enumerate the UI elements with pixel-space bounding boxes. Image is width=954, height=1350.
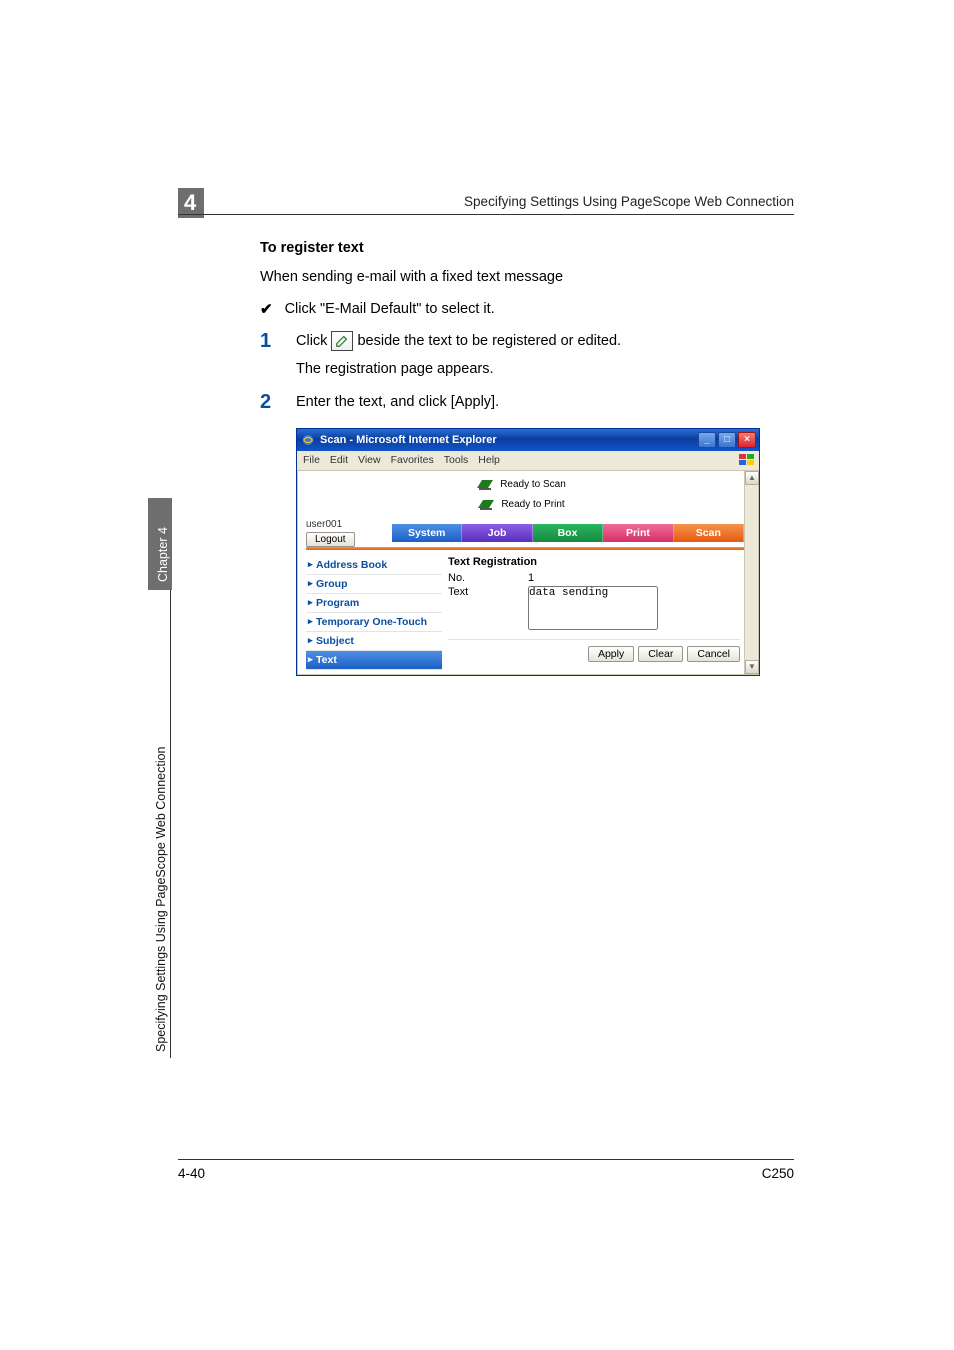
status-scan: Ready to Scan	[500, 479, 566, 490]
status-print: Ready to Print	[501, 499, 564, 510]
scanner-status-icon	[476, 478, 494, 492]
sidebar-item-group[interactable]: Group	[306, 575, 442, 594]
step-2-text: Enter the text, and click [Apply].	[296, 394, 790, 410]
maximize-button[interactable]: □	[718, 432, 736, 448]
menu-help[interactable]: Help	[478, 454, 500, 466]
sidebar-item-address-book[interactable]: Address Book	[306, 556, 442, 575]
window-title: Scan - Microsoft Internet Explorer	[320, 434, 497, 446]
menu-view[interactable]: View	[358, 454, 381, 466]
menu-edit[interactable]: Edit	[330, 454, 348, 466]
vertical-scrollbar[interactable]: ▲ ▼	[744, 471, 758, 674]
step-1-number: 1	[260, 330, 276, 353]
sidebar-item-temporary-one-touch[interactable]: Temporary One-Touch	[306, 613, 442, 632]
panel-separator	[448, 639, 740, 640]
checklist-text: Click "E-Mail Default" to select it.	[285, 301, 495, 317]
side-caption-long-text: Specifying Settings Using PageScope Web …	[154, 746, 168, 1052]
menu-file[interactable]: File	[303, 454, 320, 466]
step-2: 2 Enter the text, and click [Apply].	[260, 391, 790, 414]
tab-box[interactable]: Box	[533, 524, 603, 542]
step-2-number: 2	[260, 391, 276, 414]
window-titlebar: Scan - Microsoft Internet Explorer _ □ ×	[297, 429, 759, 451]
embedded-screenshot: Scan - Microsoft Internet Explorer _ □ ×…	[296, 428, 760, 676]
text-label: Text	[448, 586, 528, 633]
footer-model: C250	[762, 1166, 794, 1181]
tabstrip: System Job Box Print Scan	[392, 524, 744, 542]
apply-button[interactable]: Apply	[588, 646, 634, 662]
user-label: user001	[306, 519, 342, 530]
menu-tools[interactable]: Tools	[444, 454, 469, 466]
device-status: Ready to Scan Ready to Print	[298, 471, 744, 519]
clear-button[interactable]: Clear	[638, 646, 683, 662]
printer-status-icon	[477, 498, 495, 512]
no-label: No.	[448, 572, 528, 584]
scroll-up-icon[interactable]: ▲	[745, 471, 759, 485]
checklist-row: ✔ Click "E-Mail Default" to select it.	[260, 300, 790, 318]
section-intro: When sending e-mail with a fixed text me…	[260, 268, 790, 288]
side-caption: Chapter 4 Specifying Settings Using Page…	[151, 498, 171, 1058]
step-1: 1 Click beside the text to be registered…	[260, 330, 790, 353]
text-input[interactable]	[528, 586, 658, 630]
minimize-button[interactable]: _	[698, 432, 716, 448]
windows-flag-icon	[738, 453, 756, 467]
footer-rule	[178, 1159, 794, 1160]
footer-page-number: 4-40	[178, 1166, 205, 1181]
menu-favorites[interactable]: Favorites	[391, 454, 434, 466]
edit-icon	[331, 331, 353, 351]
tab-job[interactable]: Job	[462, 524, 532, 542]
menubar: File Edit View Favorites Tools Help	[297, 451, 759, 471]
sidebar-item-subject[interactable]: Subject	[306, 632, 442, 651]
sidebar-item-program[interactable]: Program	[306, 594, 442, 613]
logout-button[interactable]: Logout	[306, 532, 355, 547]
tab-print[interactable]: Print	[603, 524, 673, 542]
ie-icon	[301, 433, 315, 447]
close-button[interactable]: ×	[738, 432, 756, 448]
check-icon: ✔	[260, 300, 273, 318]
step-1-text-after: beside the text to be registered or edit…	[357, 333, 621, 349]
side-caption-chip-text: Chapter 4	[156, 527, 170, 582]
sidebar-item-text[interactable]: Text	[306, 651, 442, 670]
tab-underline	[306, 547, 744, 550]
scroll-down-icon[interactable]: ▼	[745, 660, 759, 674]
cancel-button[interactable]: Cancel	[687, 646, 740, 662]
panel-title: Text Registration	[448, 556, 744, 568]
header-rule	[178, 214, 794, 215]
step-1-text-before: Click	[296, 333, 331, 349]
tab-system[interactable]: System	[392, 524, 462, 542]
no-value: 1	[528, 572, 744, 584]
sidebar: Address Book Group Program Temporary One…	[306, 556, 442, 670]
step-1-sub: The registration page appears.	[296, 361, 790, 377]
section-title: To register text	[260, 240, 790, 256]
main-panel: Text Registration No. 1 Text Apply Cl	[448, 556, 744, 670]
running-header: Specifying Settings Using PageScope Web …	[464, 194, 794, 209]
tab-scan[interactable]: Scan	[674, 524, 744, 542]
